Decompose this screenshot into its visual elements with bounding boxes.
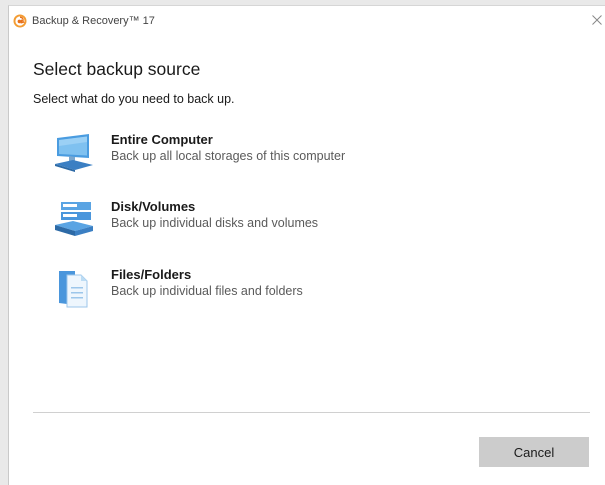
dialog-window: Backup & Recovery™ 17 Select backup sour… [8,5,605,485]
option-description: Back up individual files and folders [111,284,303,298]
option-entire-computer[interactable]: Entire Computer Back up all local storag… [49,130,469,180]
option-title: Entire Computer [111,132,213,147]
close-button[interactable] [586,7,605,33]
computer-icon [53,132,95,174]
option-files-folders[interactable]: Files/Folders Back up individual files a… [49,265,469,315]
title-bar[interactable]: Backup & Recovery™ 17 [9,6,605,36]
files-folders-icon [53,267,95,309]
close-icon [592,15,602,25]
window-title: Backup & Recovery™ 17 [32,15,155,27]
disk-volumes-icon [53,199,95,241]
backup-recovery-logo-icon [13,14,27,28]
cancel-button[interactable]: Cancel [479,437,589,467]
option-title: Files/Folders [111,267,192,282]
option-title: Disk/Volumes [111,199,196,214]
option-disk-volumes[interactable]: Disk/Volumes Back up individual disks an… [49,197,469,247]
option-description: Back up all local storages of this compu… [111,149,346,163]
page-title: Select backup source [33,59,201,79]
page-subtitle: Select what do you need to back up. [33,92,235,106]
footer-divider [33,412,590,413]
option-description: Back up individual disks and volumes [111,216,319,230]
